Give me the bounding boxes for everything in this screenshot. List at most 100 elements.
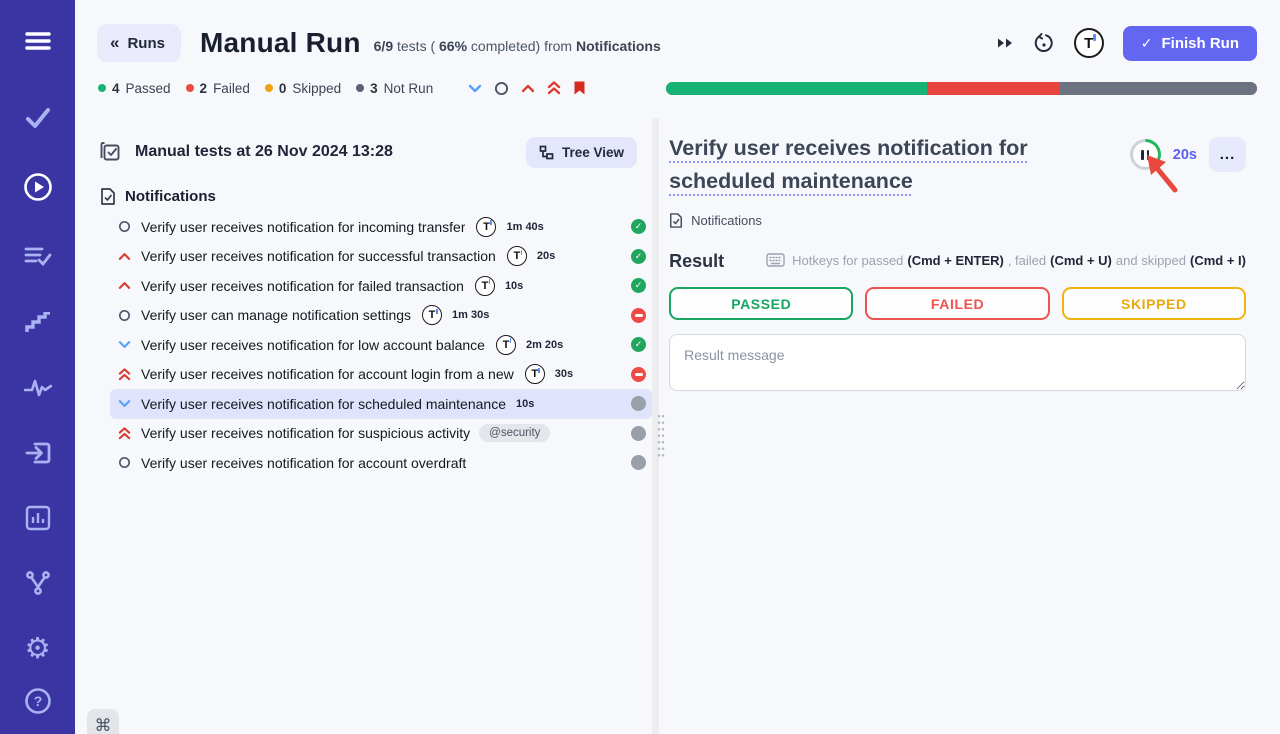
hotkey-skipped: (Cmd + I) (1190, 253, 1246, 268)
hotkey-failed: (Cmd + U) (1050, 253, 1112, 268)
test-row[interactable]: Verify user receives notification for su… (110, 419, 652, 449)
main-area: « Runs Manual Run 6/9 tests ( 66% comple… (75, 0, 1280, 734)
automated-test-logo-icon: T (422, 305, 442, 325)
test-title: Verify user receives notification for su… (141, 248, 496, 264)
priority-low-icon (118, 340, 132, 349)
timer-value: 20s (1173, 147, 1197, 163)
result-heading: Result (669, 251, 724, 272)
priority-low-icon (118, 399, 132, 408)
failed-count: 2Failed (186, 81, 250, 96)
test-status-icon[interactable] (631, 396, 646, 411)
top-header: « Runs Manual Run 6/9 tests ( 66% comple… (75, 0, 1280, 64)
header-logo-icon[interactable]: T (1074, 28, 1104, 58)
suite-file-icon (100, 187, 116, 206)
test-status-icon[interactable] (631, 337, 646, 352)
test-title: Verify user can manage notification sett… (141, 307, 411, 323)
menu-icon[interactable] (21, 24, 55, 58)
test-row[interactable]: Verify user receives notification for lo… (110, 330, 652, 360)
fast-forward-icon[interactable] (997, 37, 1014, 49)
import-icon[interactable] (21, 436, 55, 470)
failed-dot-icon (186, 84, 194, 92)
test-row[interactable]: Verify user receives notification for sc… (110, 389, 652, 419)
test-row[interactable]: Verify user receives notification for in… (110, 212, 652, 242)
detail-breadcrumb[interactable]: Notifications (669, 212, 1246, 229)
svg-text:?: ? (33, 693, 42, 709)
runs-play-icon[interactable] (21, 170, 55, 204)
tree-view-button[interactable]: Tree View (526, 137, 637, 168)
test-status-icon[interactable] (631, 278, 646, 293)
settings-gear-icon[interactable]: ⚙ (21, 631, 55, 665)
finish-run-button[interactable]: ✓ Finish Run (1123, 26, 1257, 61)
completed-label: completed) from (467, 38, 576, 54)
more-options-button[interactable]: ... (1209, 137, 1246, 172)
skipped-button[interactable]: SKIPPED (1062, 287, 1246, 320)
content: Manual tests at 26 Nov 2024 13:28 Tree V… (75, 118, 1280, 734)
test-status-icon[interactable] (631, 308, 646, 323)
priority-bookmark-icon[interactable] (573, 80, 586, 96)
header-actions: T ✓ Finish Run (997, 26, 1257, 61)
result-buttons: PASSED FAILED SKIPPED (669, 287, 1246, 320)
progress-notrun-segment (1060, 82, 1257, 95)
tree-view-icon (539, 145, 554, 160)
priority-highest-icon[interactable] (547, 81, 561, 95)
keyboard-shortcuts-button[interactable]: ⌘ (87, 709, 119, 734)
test-duration: 2m 20s (526, 339, 563, 351)
priority-normal-icon (118, 456, 132, 469)
test-status-icon[interactable] (631, 426, 646, 441)
double-chevron-left-icon: « (110, 33, 119, 53)
failed-count-value: 2 (200, 81, 208, 96)
breadcrumb-label: Notifications (691, 213, 762, 228)
test-status-icon[interactable] (631, 367, 646, 382)
test-list-panel: Manual tests at 26 Nov 2024 13:28 Tree V… (75, 118, 652, 734)
test-plans-icon[interactable] (21, 239, 55, 273)
run-header: Manual tests at 26 Nov 2024 13:28 Tree V… (100, 132, 652, 172)
test-title: Verify user receives notification for ac… (141, 455, 466, 471)
help-icon[interactable]: ? (21, 684, 55, 718)
suite-group-row[interactable]: Notifications (100, 187, 652, 206)
run-checklist-icon (100, 141, 122, 163)
test-row[interactable]: Verify user receives notification for fa… (110, 271, 652, 301)
priority-high-icon[interactable] (521, 84, 535, 93)
test-status-icon[interactable] (631, 249, 646, 264)
back-to-runs-button[interactable]: « Runs (97, 24, 181, 62)
activity-pulse-icon[interactable] (21, 371, 55, 405)
test-status-icon[interactable] (631, 455, 646, 470)
steps-icon[interactable] (21, 306, 55, 340)
hotkeys-mid1: , failed (1008, 253, 1046, 268)
test-row[interactable]: Verify user receives notification for ac… (110, 360, 652, 390)
result-row: Result Hotkeys for passed (Cmd + ENTER) … (669, 251, 1246, 272)
pause-timer-button[interactable] (1130, 139, 1161, 170)
test-detail-panel: Verify user receives notification for sc… (659, 118, 1280, 734)
priority-normal-icon (118, 309, 132, 322)
breadcrumb-file-icon (669, 212, 683, 229)
priority-low-icon[interactable] (468, 84, 482, 93)
test-duration: 1m 30s (452, 309, 489, 321)
test-detail-title: Verify user receives notification for sc… (669, 132, 1044, 198)
passed-count-label: Passed (126, 81, 171, 96)
failed-button[interactable]: FAILED (865, 287, 1049, 320)
passed-button[interactable]: PASSED (669, 287, 853, 320)
run-subtitle: 6/9 tests ( 66% completed) from Notifica… (374, 38, 661, 54)
reports-chart-icon[interactable] (21, 501, 55, 535)
progress-passed-segment (666, 82, 927, 95)
hotkeys-prefix: Hotkeys for passed (792, 253, 903, 268)
skipped-count-value: 0 (279, 81, 287, 96)
automated-test-logo-icon: T (475, 276, 495, 296)
test-row[interactable]: Verify user can manage notification sett… (110, 301, 652, 331)
test-row[interactable]: Verify user receives notification for ac… (110, 448, 652, 478)
timer-icon[interactable] (1033, 32, 1055, 54)
branch-icon[interactable] (21, 566, 55, 600)
page-title: Manual Run (200, 27, 361, 59)
test-duration: 10s (516, 398, 534, 410)
test-row[interactable]: Verify user receives notification for su… (110, 242, 652, 272)
hotkeys-hint: Hotkeys for passed (Cmd + ENTER) , faile… (766, 253, 1246, 268)
detail-actions: 20s ... (1130, 137, 1246, 172)
result-message-input[interactable] (669, 334, 1246, 391)
tests-check-icon[interactable] (21, 101, 55, 135)
panel-resize-divider[interactable] (652, 118, 659, 734)
priority-normal-icon[interactable] (494, 81, 509, 96)
priority-normal-icon (118, 220, 132, 233)
automated-test-logo-icon: T (525, 364, 545, 384)
test-status-icon[interactable] (631, 219, 646, 234)
completed-percent: 66% (439, 38, 467, 54)
